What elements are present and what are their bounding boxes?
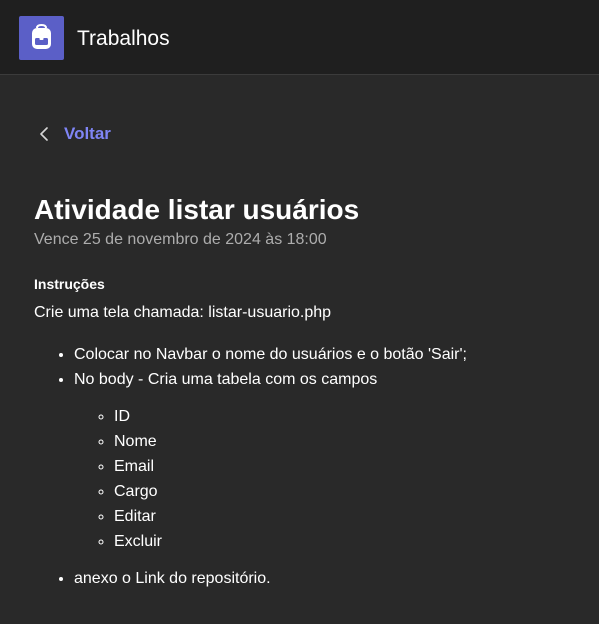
field-item: Editar <box>114 504 467 529</box>
back-button[interactable]: Voltar <box>38 122 111 146</box>
instructions-heading: Instruções <box>34 276 105 292</box>
app-title: Trabalhos <box>77 27 170 50</box>
field-item: Cargo <box>114 479 467 504</box>
back-label: Voltar <box>64 124 111 143</box>
list-item-text: Colocar no Navbar o nome do usuários e o… <box>74 346 467 363</box>
list-item-text: No body - Cria uma tabela com os campos <box>74 371 378 388</box>
chevron-left-icon <box>40 127 48 141</box>
backpack-icon[interactable] <box>19 16 64 60</box>
list-item: Colocar no Navbar o nome do usuários e o… <box>74 342 467 367</box>
field-item: ID <box>114 404 467 429</box>
field-item: Nome <box>114 429 467 454</box>
app-header: Trabalhos <box>0 0 599 75</box>
fields-list: ID Nome Email Cargo Editar Excluir <box>74 404 467 554</box>
instructions-list: Colocar no Navbar o nome do usuários e o… <box>34 342 467 591</box>
field-item: Excluir <box>114 529 467 554</box>
due-date: Vence 25 de novembro de 2024 às 18:00 <box>34 231 327 248</box>
assignment-title: Atividade listar usuários <box>34 194 360 225</box>
list-item-text: anexo o Link do repositório. <box>74 570 271 587</box>
field-item: Email <box>114 454 467 479</box>
list-item: anexo o Link do repositório. <box>74 566 467 591</box>
instructions-intro: Crie uma tela chamada: listar-usuario.ph… <box>34 304 332 321</box>
list-item: No body - Cria uma tabela com os campos … <box>74 367 467 554</box>
